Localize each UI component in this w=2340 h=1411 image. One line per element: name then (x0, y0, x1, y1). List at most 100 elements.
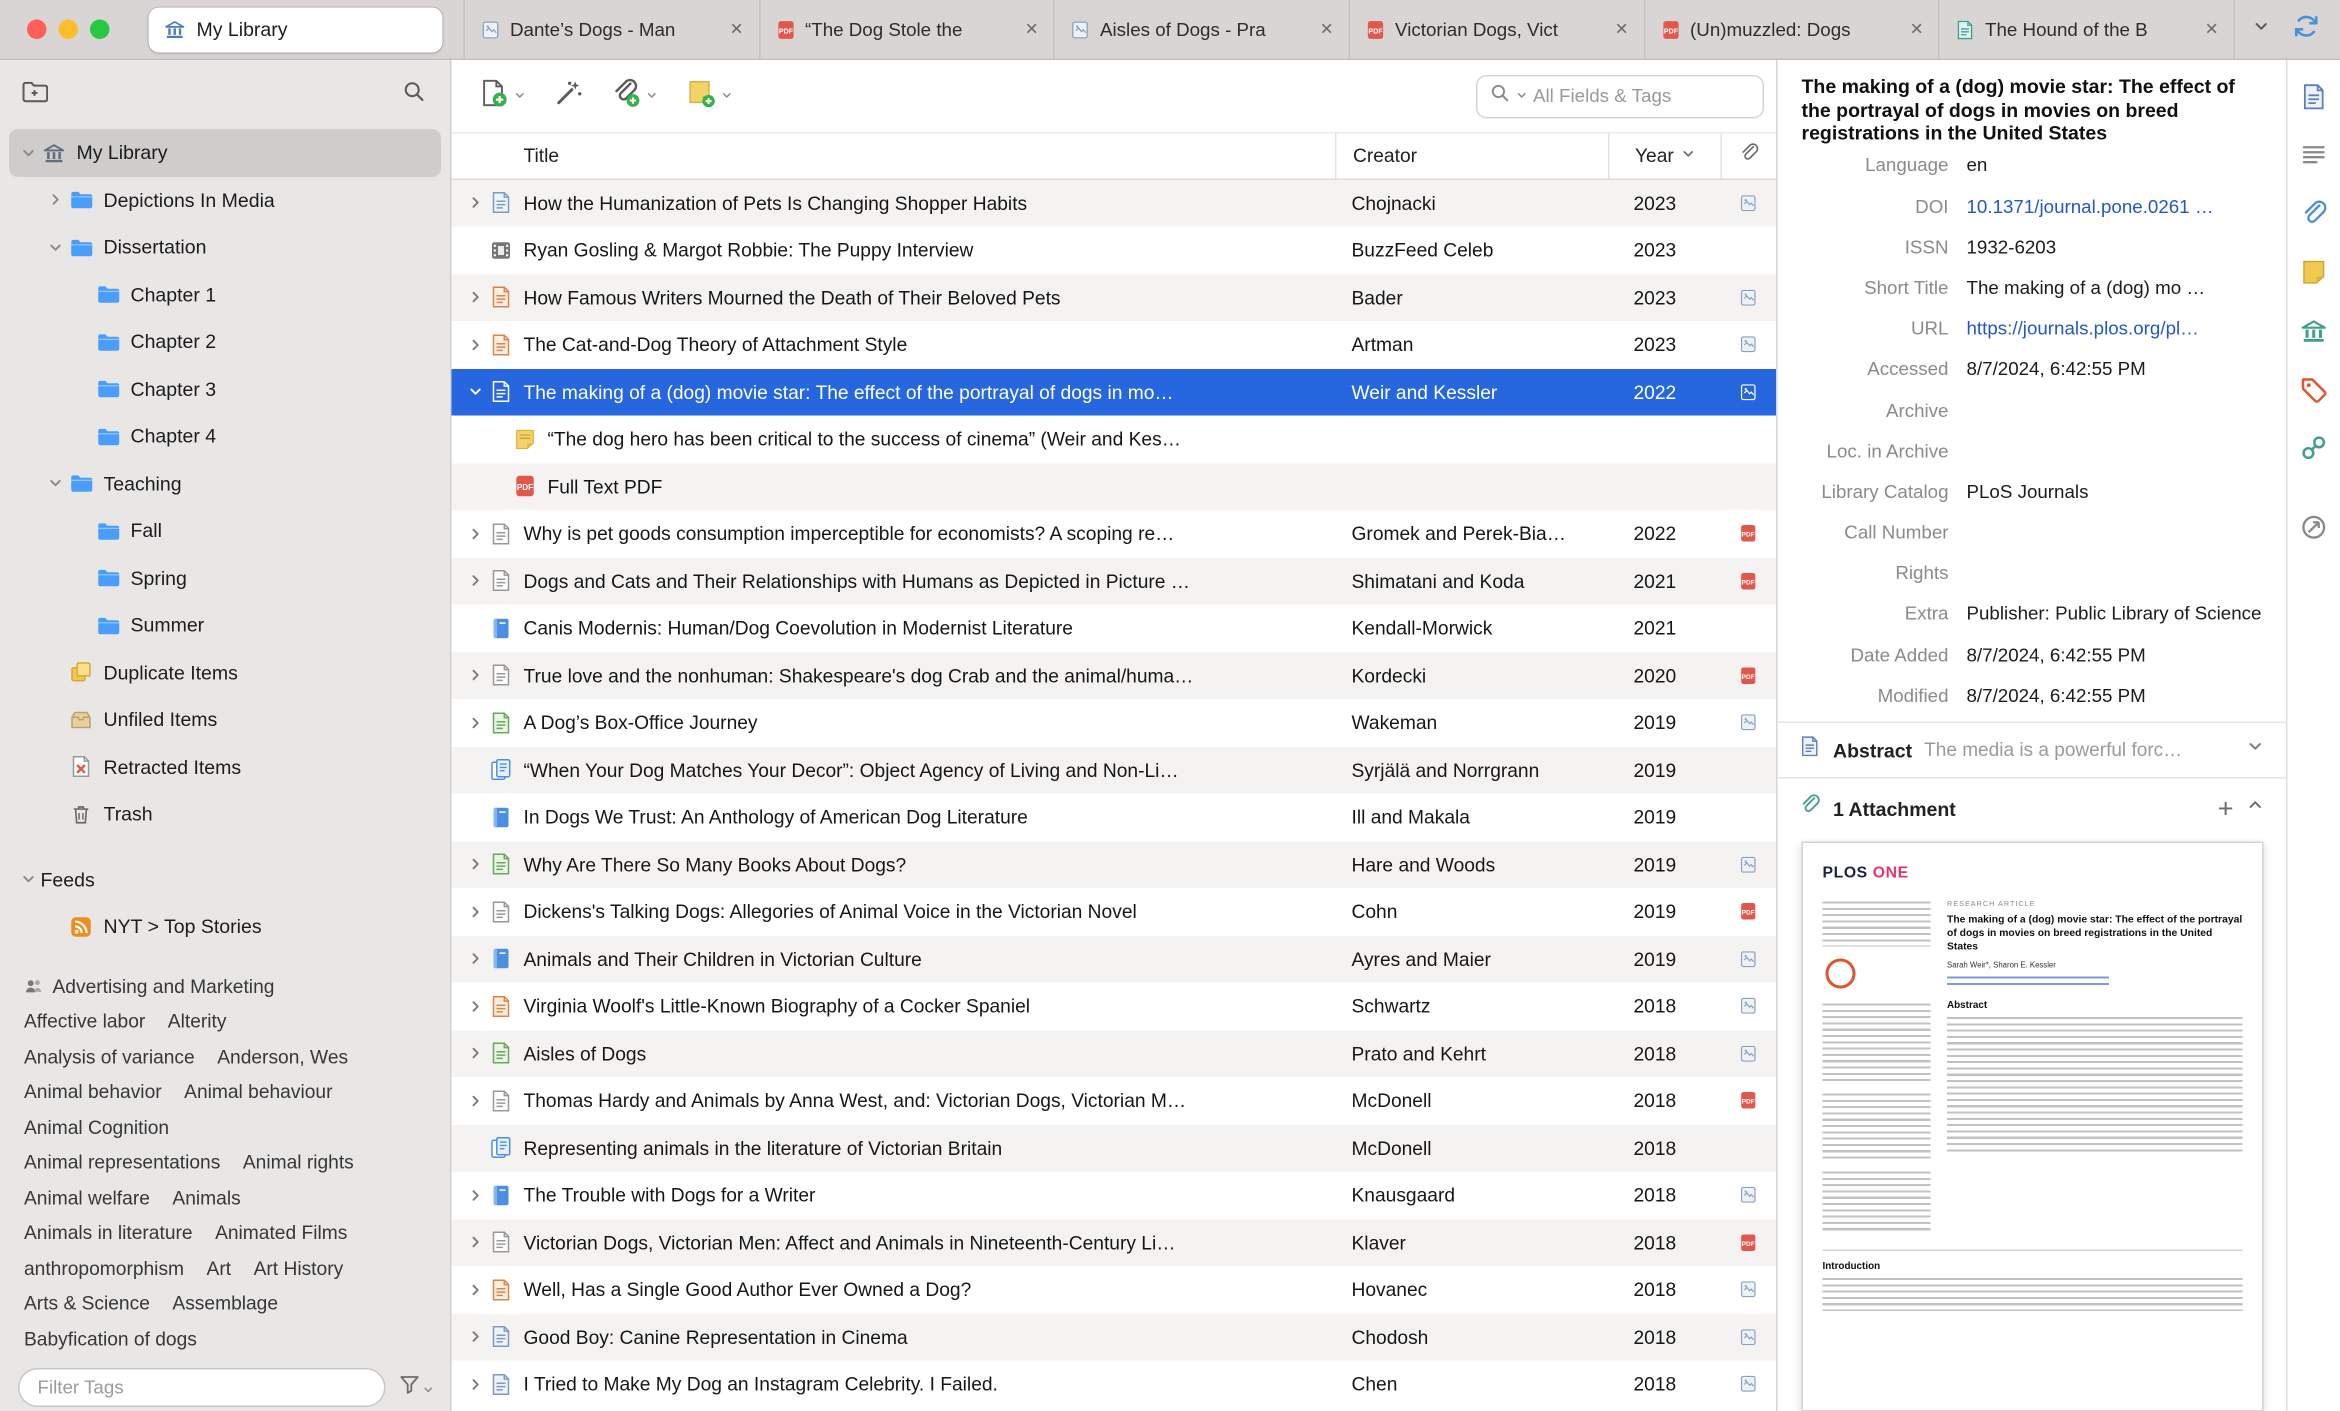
abstract-icon[interactable] (2294, 135, 2333, 174)
expand-icon[interactable] (464, 1375, 488, 1393)
tag-item[interactable]: Babyfication of dogs (24, 1327, 197, 1350)
table-row[interactable]: I Tried to Make My Dog an Instagram Cele… (452, 1361, 1777, 1408)
tag-item[interactable]: Art (207, 1257, 232, 1280)
table-row[interactable]: Virginia Woolf's Little-Known Biography … (452, 983, 1777, 1030)
locate-icon[interactable] (2294, 507, 2333, 546)
table-row[interactable]: Why Are There So Many Books About Dogs? H… (451, 840, 1776, 888)
tag-item[interactable]: Alterity (168, 1010, 227, 1033)
table-row[interactable]: How the Humanization of Pets Is Changing… (451, 179, 1776, 227)
tag-item[interactable]: Animal behavior (24, 1080, 162, 1103)
table-row[interactable]: Representing animals in the literature o… (451, 1124, 1776, 1172)
add-by-identifier-button[interactable] (554, 77, 584, 115)
sidebar-item-summer[interactable]: Summer (9, 602, 441, 649)
abstract-section[interactable]: Abstract The media is a powerful forc… (1777, 724, 2286, 780)
expand-icon[interactable] (464, 1044, 488, 1062)
close-icon[interactable]: ✕ (2202, 17, 2222, 43)
expand-icon[interactable] (464, 194, 488, 212)
field-row[interactable]: Accessed 8/7/2024, 6:42:55 PM (1778, 349, 2287, 390)
expand-icon[interactable] (464, 288, 488, 306)
field-row[interactable]: Library Catalog PLoS Journals (1778, 471, 2287, 512)
table-row[interactable]: Ryan Gosling & Margot Robbie: The Puppy … (452, 227, 1777, 274)
expand-icon[interactable] (42, 191, 68, 209)
collapse-icon[interactable] (15, 870, 41, 888)
field-row[interactable]: Modified 8/7/2024, 6:42:55 PM (1778, 675, 2287, 716)
tag-item[interactable]: Animal behaviour (184, 1080, 332, 1103)
sidebar-item-chapter-1[interactable]: Chapter 1 (9, 271, 441, 318)
feed-item[interactable]: NYT > Top Stories (9, 903, 441, 950)
collapse-icon[interactable] (42, 238, 68, 256)
field-row[interactable]: Call Number (1778, 512, 2287, 553)
field-row[interactable]: DOI 10.1371/journal.pone.0261 … (1778, 186, 2287, 227)
table-row[interactable]: Well, Has a Single Good Author Ever Owne… (452, 1266, 1777, 1313)
collapse-icon[interactable] (464, 383, 488, 401)
expand-icon[interactable] (464, 525, 488, 543)
tag-item[interactable]: Assemblage (172, 1292, 278, 1315)
expand-icon[interactable] (464, 950, 488, 968)
search-field[interactable] (1476, 74, 1764, 118)
expand-icon[interactable] (464, 903, 488, 921)
document-tab[interactable]: Dante’s Dogs - Man ✕ (463, 0, 759, 59)
new-note-button[interactable] (686, 77, 734, 115)
field-row[interactable]: ISSN 1932-6203 (1778, 227, 2287, 268)
sidebar-item-duplicate-items[interactable]: Duplicate Items (9, 649, 441, 696)
expand-icon[interactable] (464, 1328, 488, 1346)
table-row[interactable]: The Trouble with Dogs for a Writer Knausg… (452, 1172, 1777, 1219)
field-row[interactable]: Archive (1778, 390, 2287, 431)
close-icon[interactable]: ✕ (1907, 17, 1927, 43)
table-row[interactable]: In Dogs We Trust: An Anthology of Americ… (452, 794, 1777, 841)
tag-item[interactable]: anthropomorphism (24, 1257, 184, 1280)
tag-item[interactable]: Animated Films (215, 1221, 347, 1244)
field-row[interactable]: Rights (1778, 553, 2287, 594)
sidebar-item-chapter-2[interactable]: Chapter 2 (9, 318, 441, 365)
chevron-down-icon[interactable] (2246, 737, 2266, 764)
collapse-icon[interactable] (15, 144, 41, 162)
sidebar-item-teaching[interactable]: Teaching (9, 460, 441, 507)
tag-item[interactable]: Arts & Science (24, 1292, 150, 1315)
feeds-header[interactable]: Feeds (9, 856, 441, 903)
tag-item[interactable]: Anderson, Wes (217, 1045, 348, 1068)
notes-icon[interactable] (2294, 252, 2333, 291)
table-row[interactable]: The Cat-and-Dog Theory of Attachment Sty… (452, 321, 1777, 368)
tag-item[interactable]: Animals (172, 1186, 240, 1209)
search-input[interactable] (1533, 85, 1751, 107)
expand-icon[interactable] (464, 997, 488, 1015)
table-row[interactable]: How Famous Writers Mourned the Death of … (451, 273, 1776, 321)
libraries-icon[interactable] (2294, 311, 2333, 350)
column-header-creator[interactable]: Creator (1335, 133, 1608, 178)
new-item-button[interactable] (479, 77, 527, 115)
add-attachment-button[interactable]: + (2218, 796, 2234, 823)
tags-icon[interactable] (2294, 369, 2333, 408)
tag-item[interactable]: Art History (254, 1257, 344, 1280)
add-attachment-button[interactable] (611, 77, 659, 115)
tab-overflow-button[interactable] (2241, 16, 2280, 43)
document-tab[interactable]: Aisles of Dogs - Pra ✕ (1053, 0, 1349, 59)
column-header-title[interactable]: Title (452, 144, 1336, 167)
field-row[interactable]: Loc. in Archive (1778, 431, 2287, 472)
table-row[interactable]: True love and the nonhuman: Shakespeare'… (451, 651, 1776, 699)
table-row[interactable]: Victorian Dogs, Victorian Men: Affect an… (451, 1218, 1776, 1266)
tag-item[interactable]: Affective labor (24, 1010, 145, 1033)
sidebar-item-my-library[interactable]: My Library (9, 129, 441, 177)
table-row[interactable]: “When Your Dog Matches Your Decor”: Obje… (451, 746, 1776, 794)
expand-icon[interactable] (464, 714, 488, 732)
expand-icon[interactable] (464, 572, 488, 590)
document-tab[interactable]: PDF Victorian Dogs, Vict ✕ (1348, 0, 1644, 59)
sync-button[interactable] (2280, 11, 2331, 47)
sidebar-item-spring[interactable]: Spring (9, 554, 441, 601)
table-row[interactable]: Canis Modernis: Human/Dog Coevolution in… (452, 605, 1777, 652)
tag-item[interactable]: Advertising and Marketing (24, 975, 274, 997)
document-tab[interactable]: PDF “The Dog Stole the ✕ (758, 0, 1054, 59)
close-icon[interactable]: ✕ (1317, 17, 1337, 43)
table-row[interactable]: A Dog’s Box-Office Journey Wakeman 2019 (452, 699, 1777, 746)
tab-my-library[interactable]: My Library (148, 6, 443, 52)
search-icon[interactable] (402, 79, 426, 111)
close-icon[interactable]: ✕ (727, 17, 747, 43)
table-row[interactable]: Dickens's Talking Dogs: Allegories of An… (452, 888, 1777, 935)
chevron-up-icon[interactable] (2246, 796, 2266, 823)
table-row[interactable]: The making of a (dog) movie star: The ef… (451, 368, 1776, 416)
table-row[interactable]: Aisles of Dogs Prato and Kehrt 2018 (451, 1029, 1776, 1077)
field-value[interactable]: https://journals.plos.org/pl… (1967, 317, 2266, 341)
tag-item[interactable]: Analysis of variance (24, 1045, 195, 1068)
sidebar-item-fall[interactable]: Fall (9, 507, 441, 554)
sidebar-item-retracted-items[interactable]: Retracted Items (9, 743, 441, 790)
